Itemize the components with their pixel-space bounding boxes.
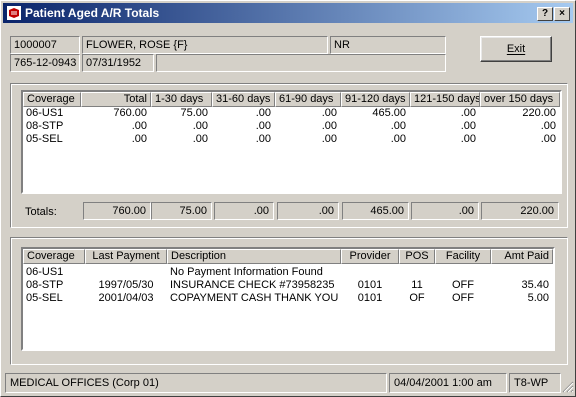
aging-cell: .00 bbox=[131, 120, 147, 132]
total-61-90: .00 bbox=[277, 202, 339, 220]
aging-cell: .00 bbox=[540, 120, 556, 132]
pay-cell: No Payment Information Found bbox=[170, 266, 323, 278]
aging-cell: .00 bbox=[131, 133, 147, 145]
pay-cell: 11 bbox=[411, 279, 423, 291]
aging-cell: .00 bbox=[460, 133, 476, 145]
patient-name-field: FLOWER, ROSE {F} bbox=[82, 36, 328, 54]
aging-cell: .00 bbox=[192, 133, 208, 145]
pay-cell: 35.40 bbox=[521, 279, 549, 291]
aging-cell: .00 bbox=[321, 120, 337, 132]
total-total: 760.00 bbox=[83, 202, 151, 220]
aging-cell: .00 bbox=[255, 107, 271, 119]
aging-cell: 06-US1 bbox=[26, 107, 64, 119]
pay-header-amt-paid[interactable]: Amt Paid bbox=[491, 249, 553, 264]
patient-id-field: 1000007 bbox=[10, 36, 80, 54]
pay-cell: INSURANCE CHECK #73958235 bbox=[170, 279, 335, 291]
aging-header-61-90[interactable]: 61-90 days bbox=[275, 92, 341, 107]
pay-cell: COPAYMENT CASH THANK YOU bbox=[170, 292, 339, 304]
aging-list[interactable]: Coverage Total 1-30 days 31-60 days 61-9… bbox=[21, 90, 562, 194]
total-31-60: .00 bbox=[214, 202, 274, 220]
exit-button[interactable]: Exit bbox=[480, 36, 552, 62]
aging-cell: 220.00 bbox=[522, 107, 556, 119]
pay-cell: OF bbox=[409, 292, 425, 304]
pay-cell: OFF bbox=[452, 279, 474, 291]
aging-header-total[interactable]: Total bbox=[81, 92, 151, 107]
pay-header-pos[interactable]: POS bbox=[399, 249, 435, 264]
aging-cell: .00 bbox=[460, 120, 476, 132]
pay-cell: 06-US1 bbox=[26, 266, 64, 278]
aging-header-31-60[interactable]: 31-60 days bbox=[212, 92, 275, 107]
pay-cell: 0101 bbox=[357, 279, 383, 291]
aging-cell: .00 bbox=[540, 133, 556, 145]
aging-cell: .00 bbox=[321, 107, 337, 119]
pay-cell: 2001/04/03 bbox=[98, 292, 154, 304]
exit-button-label: Exit bbox=[506, 43, 526, 55]
title-bar: Patient Aged A/R Totals ? × bbox=[3, 3, 573, 23]
aging-cell: 08-STP bbox=[26, 120, 64, 132]
pay-cell bbox=[491, 266, 549, 279]
aging-cell: .00 bbox=[321, 133, 337, 145]
aging-header-121-150[interactable]: 121-150 days bbox=[410, 92, 480, 107]
window-title: Patient Aged A/R Totals bbox=[25, 6, 160, 20]
payments-list[interactable]: Coverage Last Payment Description Provid… bbox=[21, 247, 555, 351]
aging-header-over-150[interactable]: over 150 days bbox=[480, 92, 560, 107]
aging-cell: 465.00 bbox=[372, 107, 406, 119]
aging-cell: .00 bbox=[255, 133, 271, 145]
pay-header-provider[interactable]: Provider bbox=[341, 249, 399, 264]
aging-cell: 75.00 bbox=[180, 107, 208, 119]
aging-cell: .00 bbox=[390, 120, 406, 132]
resize-grip-icon[interactable] bbox=[562, 381, 574, 393]
pay-cell: 0101 bbox=[357, 292, 383, 304]
pay-cell bbox=[399, 266, 435, 279]
total-121-150: .00 bbox=[411, 202, 479, 220]
help-button[interactable]: ? bbox=[537, 7, 553, 21]
patient-code-field: NR bbox=[330, 36, 446, 54]
close-button[interactable]: × bbox=[554, 7, 570, 21]
pay-header-description[interactable]: Description bbox=[167, 249, 341, 264]
pay-header-coverage[interactable]: Coverage bbox=[23, 249, 85, 264]
pay-header-last-payment[interactable]: Last Payment bbox=[85, 249, 167, 264]
pay-cell: OFF bbox=[452, 292, 474, 304]
aging-cell: 760.00 bbox=[113, 107, 147, 119]
patient-aged-ar-window: Patient Aged A/R Totals ? × 1000007 FLOW… bbox=[0, 0, 576, 397]
pay-cell: 08-STP bbox=[26, 279, 64, 291]
aging-header-coverage[interactable]: Coverage bbox=[23, 92, 81, 107]
aging-cell: .00 bbox=[192, 120, 208, 132]
totals-label: Totals: bbox=[25, 206, 57, 218]
patient-dob-field: 07/31/1952 bbox=[82, 54, 154, 72]
pay-cell: 1997/05/30 bbox=[98, 279, 154, 291]
aging-header-1-30[interactable]: 1-30 days bbox=[151, 92, 212, 107]
pay-cell bbox=[341, 266, 399, 279]
status-datetime: 04/04/2001 1:00 am bbox=[389, 373, 507, 393]
aging-cell: .00 bbox=[460, 107, 476, 119]
aging-cell: 05-SEL bbox=[26, 133, 63, 145]
patient-ssn-field: 765-12-0943 bbox=[10, 54, 80, 72]
pay-cell bbox=[85, 266, 167, 279]
pay-cell bbox=[435, 266, 491, 279]
total-1-30: 75.00 bbox=[151, 202, 212, 220]
aging-cell: .00 bbox=[390, 133, 406, 145]
pay-header-facility[interactable]: Facility bbox=[435, 249, 491, 264]
status-station: T8-WP bbox=[509, 373, 561, 393]
aging-header-91-120[interactable]: 91-120 days bbox=[341, 92, 410, 107]
pay-cell: 05-SEL bbox=[26, 292, 63, 304]
patient-extra-field bbox=[156, 54, 446, 72]
status-office: MEDICAL OFFICES (Corp 01) bbox=[5, 373, 387, 393]
app-icon bbox=[7, 6, 21, 20]
aging-cell: .00 bbox=[255, 120, 271, 132]
total-over-150: 220.00 bbox=[481, 202, 559, 220]
total-91-120: 465.00 bbox=[342, 202, 409, 220]
pay-cell: 5.00 bbox=[527, 292, 549, 304]
